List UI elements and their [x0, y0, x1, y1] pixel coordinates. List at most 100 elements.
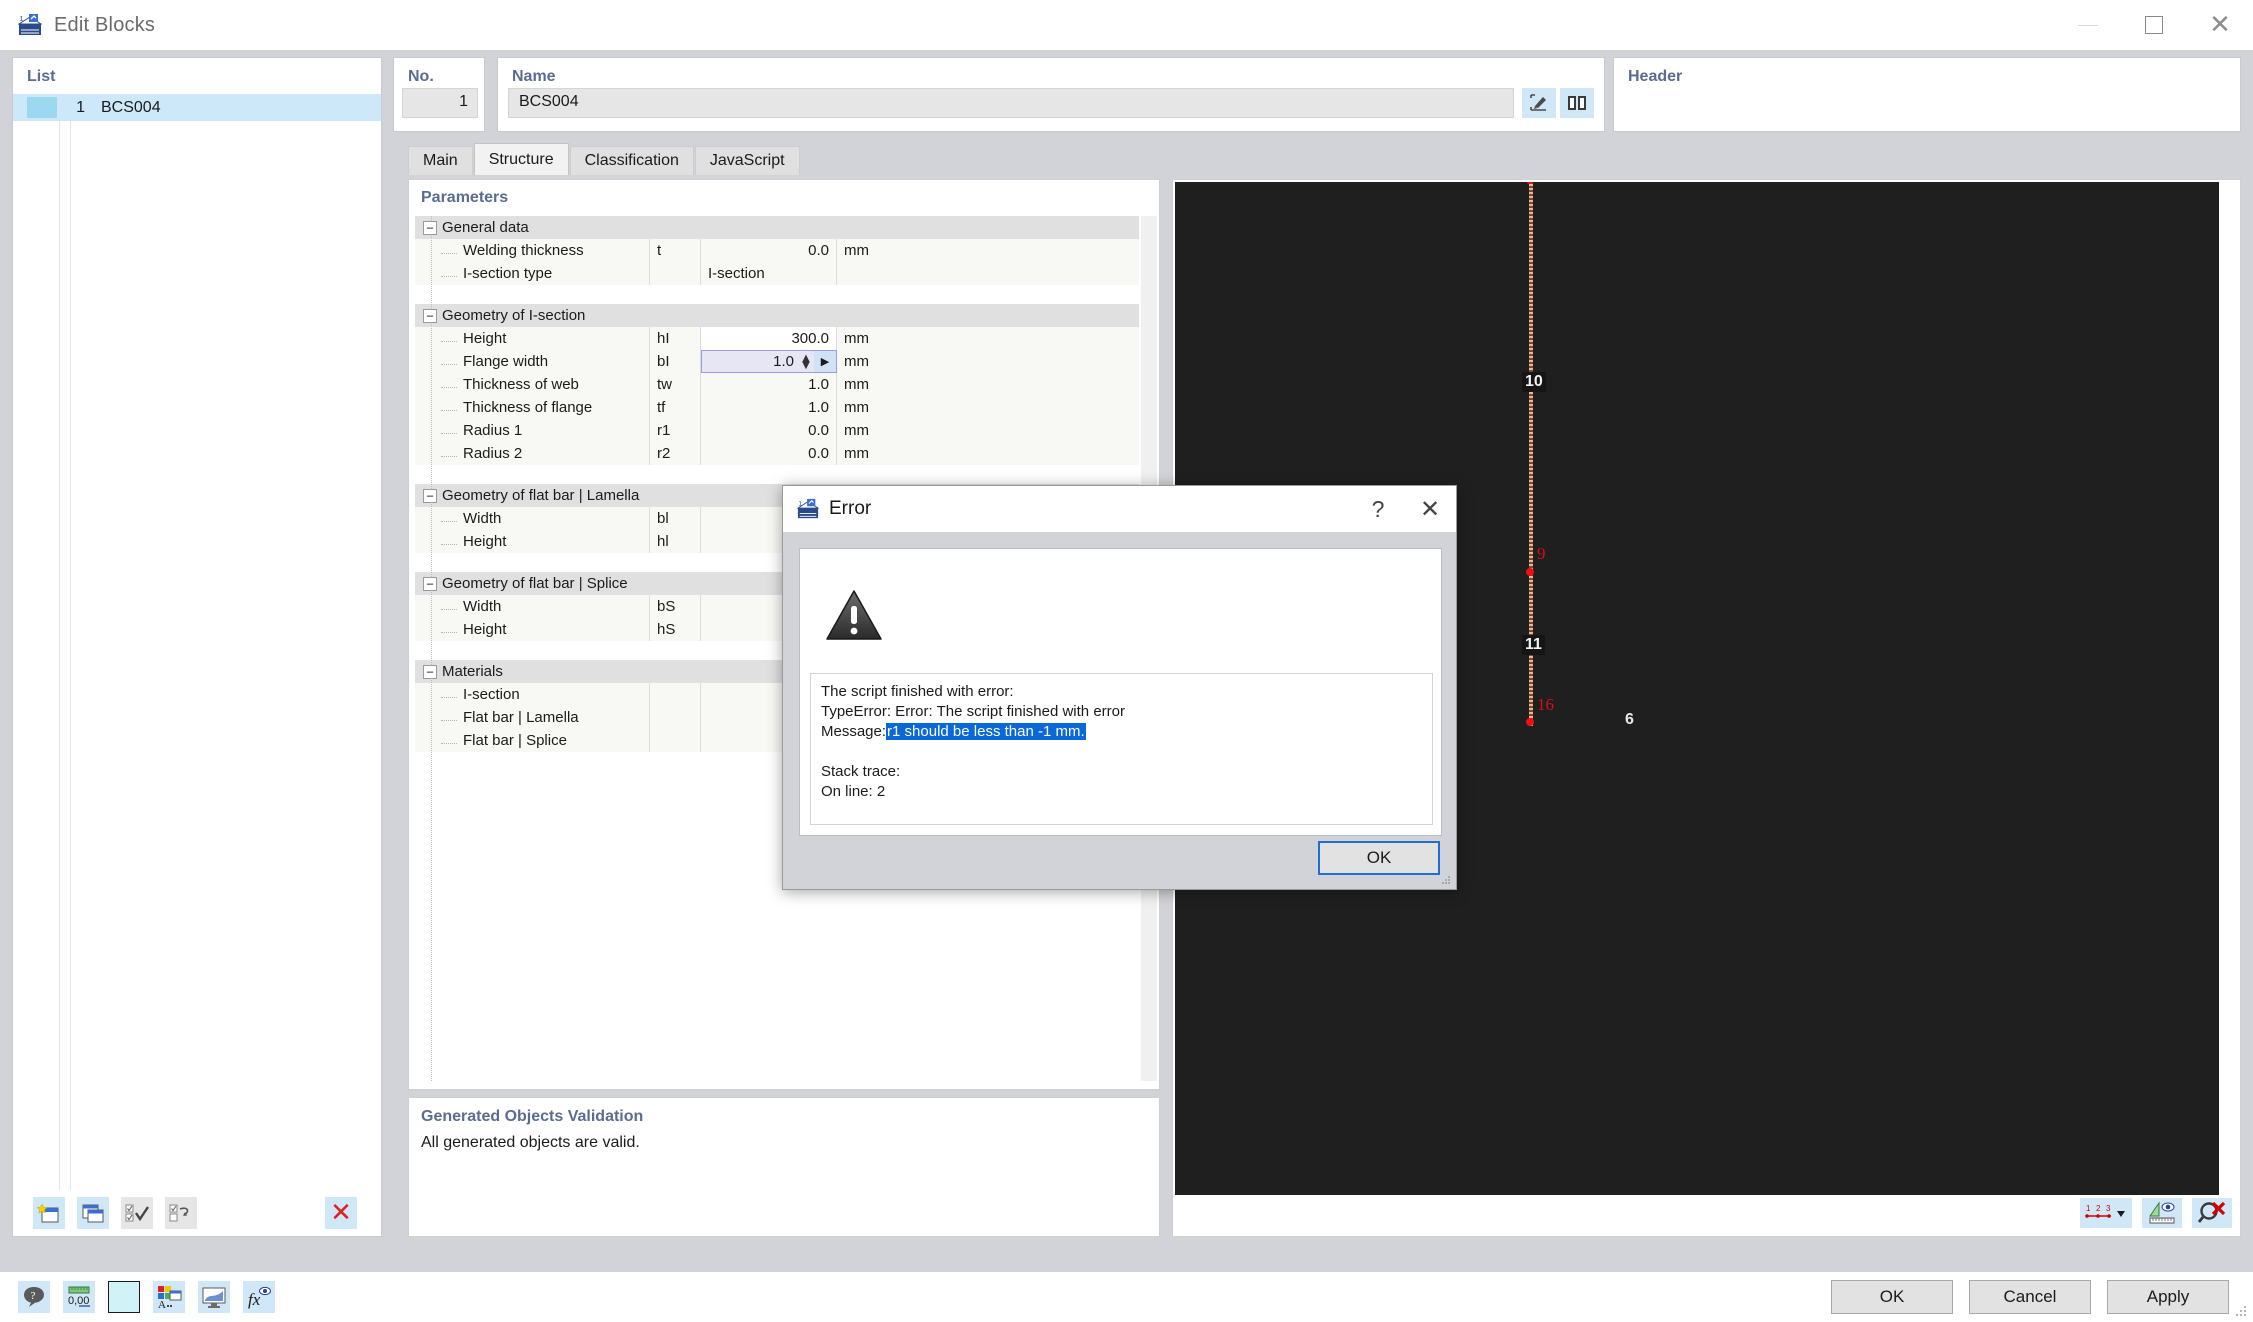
table-row[interactable]: Thickness of web tw 1.0 mm [415, 373, 1139, 396]
parameter-label: Thickness of web [463, 376, 579, 393]
tab-classification[interactable]: Classification [570, 146, 694, 175]
help-button[interactable]: ? [18, 1281, 50, 1313]
parameter-unit: mm [837, 373, 957, 396]
formula-icon: fx [246, 1285, 272, 1309]
new-block-button[interactable] [33, 1197, 65, 1229]
display-settings-button[interactable] [198, 1281, 230, 1313]
svg-text:0,00: 0,00 [68, 1295, 89, 1307]
node-point[interactable] [1526, 568, 1534, 576]
display-properties-button[interactable] [2142, 1198, 2182, 1228]
table-row[interactable]: Flange width bI 1.0 ▲▼ ▶ mm [415, 350, 1139, 373]
tab-javascript[interactable]: JavaScript [695, 146, 800, 175]
invert-selection-button[interactable] [165, 1197, 197, 1229]
collapse-icon[interactable]: − [423, 577, 437, 591]
collapse-icon[interactable]: − [423, 665, 437, 679]
resize-grip[interactable] [1441, 875, 1451, 885]
ok-button[interactable]: OK [1831, 1280, 1953, 1314]
parameter-label: Flat bar | Splice [463, 732, 567, 749]
minimize-button[interactable] [2055, 0, 2121, 50]
parameter-symbol: t [649, 239, 701, 262]
row-spacer [415, 285, 1139, 304]
parameter-value[interactable]: 1.0 [701, 396, 837, 419]
collapse-icon[interactable]: − [423, 309, 437, 323]
error-ok-button[interactable]: OK [1318, 841, 1440, 875]
parameter-symbol: bI [649, 350, 701, 373]
cancel-button[interactable]: Cancel [1969, 1280, 2091, 1314]
parameter-value[interactable]: 0.0 [701, 419, 837, 442]
collapse-icon[interactable]: − [423, 489, 437, 503]
table-row[interactable]: Welding thickness t 0.0 mm [415, 239, 1139, 262]
book-icon [1566, 93, 1588, 113]
flange-width-spinner[interactable]: 1.0 ▲▼ ▶ [701, 350, 837, 373]
group-label: Geometry of flat bar | Lamella [442, 487, 639, 504]
tab-main[interactable]: Main [408, 146, 473, 175]
parameter-unit: mm [837, 396, 957, 419]
error-dialog-body: The script finished with error: TypeErro… [799, 548, 1442, 836]
table-row[interactable]: Radius 2 r2 0.0 mm [415, 442, 1139, 465]
validation-panel: Generated Objects Validation All generat… [408, 1097, 1160, 1237]
select-all-button[interactable] [121, 1197, 153, 1229]
header-panel: Header [1613, 57, 2241, 132]
parameter-label: Flat bar | Lamella [463, 709, 579, 726]
numbering-dropdown[interactable]: 1 2 3 [2080, 1198, 2132, 1228]
parameter-group-row[interactable]: −General data [415, 216, 1139, 239]
text-settings-button[interactable]: A [153, 1281, 185, 1313]
collapse-icon[interactable]: − [423, 221, 437, 235]
table-row[interactable]: Thickness of flange tf 1.0 mm [415, 396, 1139, 419]
window-resize-grip[interactable] [2235, 1305, 2247, 1317]
name-field[interactable]: BCS004 [508, 88, 1514, 118]
table-row[interactable]: Radius 1 r1 0.0 mm [415, 419, 1139, 442]
parameter-symbol: r1 [649, 419, 701, 442]
parameter-group-row[interactable]: −Geometry of I-section [415, 304, 1139, 327]
clear-selection-button[interactable] [2192, 1198, 2232, 1228]
apply-button[interactable]: Apply [2107, 1280, 2229, 1314]
node-point[interactable] [1526, 718, 1534, 726]
parameter-label: Radius 1 [463, 422, 522, 439]
error-blank-line [821, 742, 1422, 762]
color-button[interactable] [108, 1281, 140, 1313]
table-row[interactable]: I-section type I-section [415, 262, 1139, 285]
svg-text:3: 3 [2106, 1204, 2111, 1213]
parameter-symbol [649, 706, 701, 729]
formula-button[interactable]: fx [243, 1281, 275, 1313]
parameter-label: Width [463, 510, 501, 527]
parameter-value[interactable]: 0.0 [701, 442, 837, 465]
tab-bar: Main Structure Classification JavaScript [408, 143, 801, 175]
units-icon: 0,00 [66, 1285, 92, 1309]
tab-structure[interactable]: Structure [474, 143, 569, 175]
error-dialog-footer: OK [1318, 841, 1440, 875]
parameter-value[interactable]: 0.0 [701, 239, 837, 262]
parameter-symbol [649, 729, 701, 752]
units-button[interactable]: 0,00 [63, 1281, 95, 1313]
no-field[interactable]: 1 [402, 88, 478, 118]
parameter-value[interactable]: 1.0 [701, 373, 837, 396]
error-line-5: On line: 2 [821, 782, 1422, 802]
error-dialog-titlebar: 1 Error ? ✕ [783, 486, 1456, 532]
parameters-title: Parameters [409, 180, 1159, 213]
list-item[interactable]: 1 BCS004 [13, 94, 381, 121]
parameter-value[interactable]: 300.0 [701, 327, 837, 350]
error-dialog-title: Error [829, 498, 871, 520]
node-label: 9 [1537, 544, 1546, 564]
delete-block-button[interactable]: ✕ [325, 1197, 357, 1229]
close-button[interactable]: ✕ [2187, 0, 2253, 50]
help-icon: ? [22, 1285, 46, 1309]
parameter-label: Height [463, 533, 506, 550]
edit-name-button[interactable] [1522, 88, 1556, 118]
block-list[interactable]: 1 BCS004 [13, 94, 381, 1190]
window-title: Edit Blocks [54, 14, 155, 37]
library-button[interactable] [1560, 88, 1594, 118]
parameter-unit: mm [837, 327, 957, 350]
copy-block-button[interactable] [77, 1197, 109, 1229]
maximize-button[interactable] [2121, 0, 2187, 50]
error-message-box[interactable]: The script finished with error: TypeErro… [810, 673, 1433, 825]
error-close-button[interactable]: ✕ [1404, 486, 1456, 532]
svg-text:fx: fx [248, 1290, 261, 1309]
spinner-dropdown-icon[interactable]: ▶ [814, 351, 836, 372]
viewport-toolbar: 1 2 3 [2080, 1194, 2232, 1232]
help-button[interactable]: ? [1352, 486, 1404, 532]
parameter-value[interactable]: I-section [701, 262, 837, 285]
spinner-arrows-icon[interactable]: ▲▼ [798, 355, 814, 369]
parameter-label: Welding thickness [463, 242, 584, 259]
table-row[interactable]: Height hI 300.0 mm [415, 327, 1139, 350]
